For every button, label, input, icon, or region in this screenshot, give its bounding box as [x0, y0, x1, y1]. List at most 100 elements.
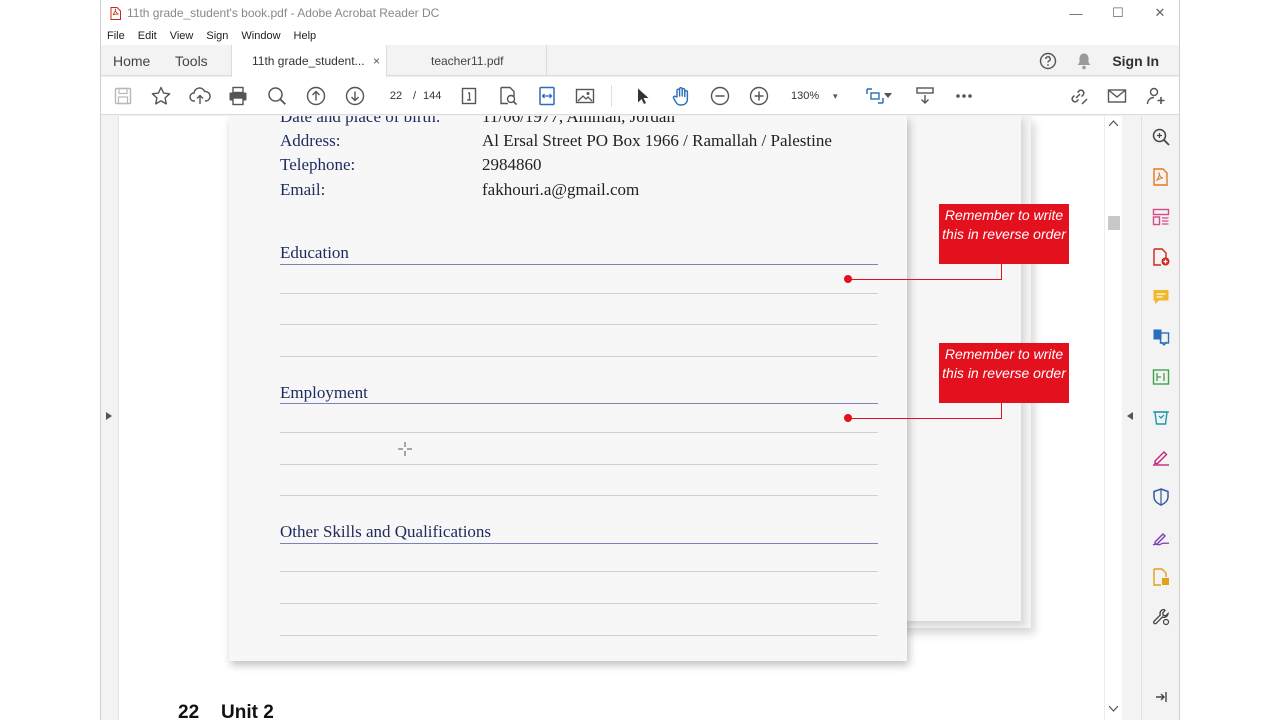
zoom-in-icon[interactable] [747, 84, 771, 108]
callout-connector [1001, 264, 1002, 279]
section-title-education: Education [280, 243, 349, 262]
sign-in-button[interactable]: Sign In [1112, 53, 1159, 69]
pdf-file-icon [109, 6, 121, 20]
document-viewport[interactable]: Date and place of birth: 11/06/1977, Amm… [101, 116, 1141, 720]
write-line [280, 603, 878, 604]
callout-connector [848, 418, 1002, 419]
collapse-right-panel-icon[interactable] [1127, 412, 1133, 422]
outer-background-left [0, 0, 100, 720]
page-layout-dropdown-icon[interactable] [883, 84, 893, 108]
email-label: Email: [280, 180, 326, 199]
menu-sign[interactable]: Sign [206, 30, 228, 42]
print-icon[interactable] [226, 84, 250, 108]
bookmark-star-icon[interactable] [149, 84, 173, 108]
collapse-tools-pane-icon[interactable] [1150, 686, 1172, 708]
zoom-out-icon[interactable] [708, 84, 732, 108]
vertical-scrollbar[interactable] [1104, 116, 1122, 720]
more-tools-icon[interactable] [952, 84, 976, 108]
tab-home[interactable]: Home [113, 45, 150, 76]
scroll-down-icon[interactable] [1108, 704, 1119, 714]
window-controls: — ☐ ✕ [1055, 0, 1179, 26]
callout-connector [848, 279, 1002, 280]
telephone-value: 2984860 [482, 155, 542, 174]
menu-view[interactable]: View [170, 30, 194, 42]
cv-template-page: Date and place of birth: 11/06/1977, Amm… [229, 116, 907, 661]
combine-files-icon[interactable] [1150, 326, 1172, 348]
callout-reverse-order-employment: Remember to write this in reverse order [939, 343, 1069, 403]
upload-cloud-icon[interactable] [188, 84, 212, 108]
scroll-mode-icon[interactable] [913, 84, 937, 108]
more-tools-wrench-icon[interactable] [1150, 606, 1172, 628]
menu-bar: File Edit View Sign Window Help [101, 26, 1179, 45]
tab-bar: Home Tools 11th grade_student... × teach… [101, 45, 1179, 77]
callout-reverse-order-education: Remember to write this in reverse order [939, 204, 1069, 264]
hand-tool-icon[interactable] [669, 84, 693, 108]
create-pdf-icon[interactable] [1150, 246, 1172, 268]
tools-pane [1141, 116, 1179, 720]
help-icon[interactable] [1030, 45, 1066, 76]
write-line [280, 432, 878, 433]
birth-value: 11/06/1977, Amman, Jordan [482, 116, 675, 126]
menu-window[interactable]: Window [241, 30, 280, 42]
menu-edit[interactable]: Edit [138, 30, 157, 42]
tab-document-active[interactable]: 11th grade_student... × [231, 45, 387, 77]
notifications-bell-icon[interactable] [1066, 45, 1102, 76]
write-line [280, 635, 878, 636]
request-signature-icon[interactable] [1150, 526, 1172, 548]
edit-pdf-icon[interactable] [1150, 366, 1172, 388]
section-rule [280, 403, 878, 404]
tab-document-teacher[interactable]: teacher11.pdf [387, 45, 547, 76]
maximize-button[interactable]: ☐ [1097, 0, 1139, 26]
write-line [280, 495, 878, 496]
stamp-document-icon[interactable] [1150, 566, 1172, 588]
menu-file[interactable]: File [107, 30, 125, 42]
tab-document-label: teacher11.pdf [431, 53, 504, 68]
fit-width-icon[interactable] [535, 84, 559, 108]
section-rule [280, 543, 878, 544]
right-panel-toggle[interactable] [1122, 116, 1141, 720]
address-label: Address: [280, 131, 341, 150]
organize-pages-icon[interactable] [1150, 206, 1172, 228]
write-line [280, 464, 878, 465]
title-bar: 11th grade_student's book.pdf - Adobe Ac… [101, 0, 1179, 26]
birth-label: Date and place of birth: [280, 116, 441, 126]
telephone-label: Telephone: [280, 155, 356, 174]
page-total: 144 [423, 90, 442, 102]
write-line [280, 571, 878, 572]
menu-help[interactable]: Help [294, 30, 317, 42]
scrollbar-thumb[interactable] [1108, 216, 1120, 230]
save-icon[interactable] [111, 84, 135, 108]
scroll-up-icon[interactable] [1108, 118, 1119, 128]
export-pdf-icon[interactable] [1150, 166, 1172, 188]
find-text-icon[interactable] [496, 84, 520, 108]
minimize-button[interactable]: — [1055, 0, 1097, 26]
protect-shield-icon[interactable] [1150, 486, 1172, 508]
search-document-icon[interactable] [1150, 126, 1172, 148]
share-link-icon[interactable] [1066, 84, 1090, 108]
send-for-review-icon[interactable] [1150, 406, 1172, 428]
left-panel-toggle[interactable] [101, 116, 119, 720]
section-rule [280, 264, 878, 265]
zoom-dropdown-chevron-icon[interactable]: ▾ [833, 86, 838, 106]
email-value: fakhouri.a@gmail.com [482, 180, 640, 199]
close-tab-icon[interactable]: × [373, 54, 380, 68]
expand-left-panel-icon[interactable] [106, 412, 112, 422]
tab-tools[interactable]: Tools [175, 45, 208, 76]
comment-icon[interactable] [1150, 286, 1172, 308]
image-view-icon[interactable] [573, 84, 597, 108]
email-envelope-icon[interactable] [1105, 84, 1129, 108]
page-thumbnails-icon[interactable] [457, 84, 481, 108]
add-user-icon[interactable] [1144, 84, 1168, 108]
fill-sign-icon[interactable] [1150, 446, 1172, 468]
previous-page-icon[interactable] [304, 84, 328, 108]
main-toolbar: 22 / 144 130% ▾ [101, 77, 1179, 115]
next-page-icon[interactable] [343, 84, 367, 108]
page-number-input[interactable]: 22 [381, 86, 411, 106]
acrobat-window: 11th grade_student's book.pdf - Adobe Ac… [100, 0, 1180, 720]
search-zoom-icon[interactable] [265, 84, 289, 108]
close-window-button[interactable]: ✕ [1139, 0, 1179, 26]
toolbar-separator [611, 85, 612, 107]
select-cursor-icon[interactable] [631, 84, 655, 108]
window-title: 11th grade_student's book.pdf - Adobe Ac… [127, 6, 440, 20]
write-line [280, 324, 878, 325]
